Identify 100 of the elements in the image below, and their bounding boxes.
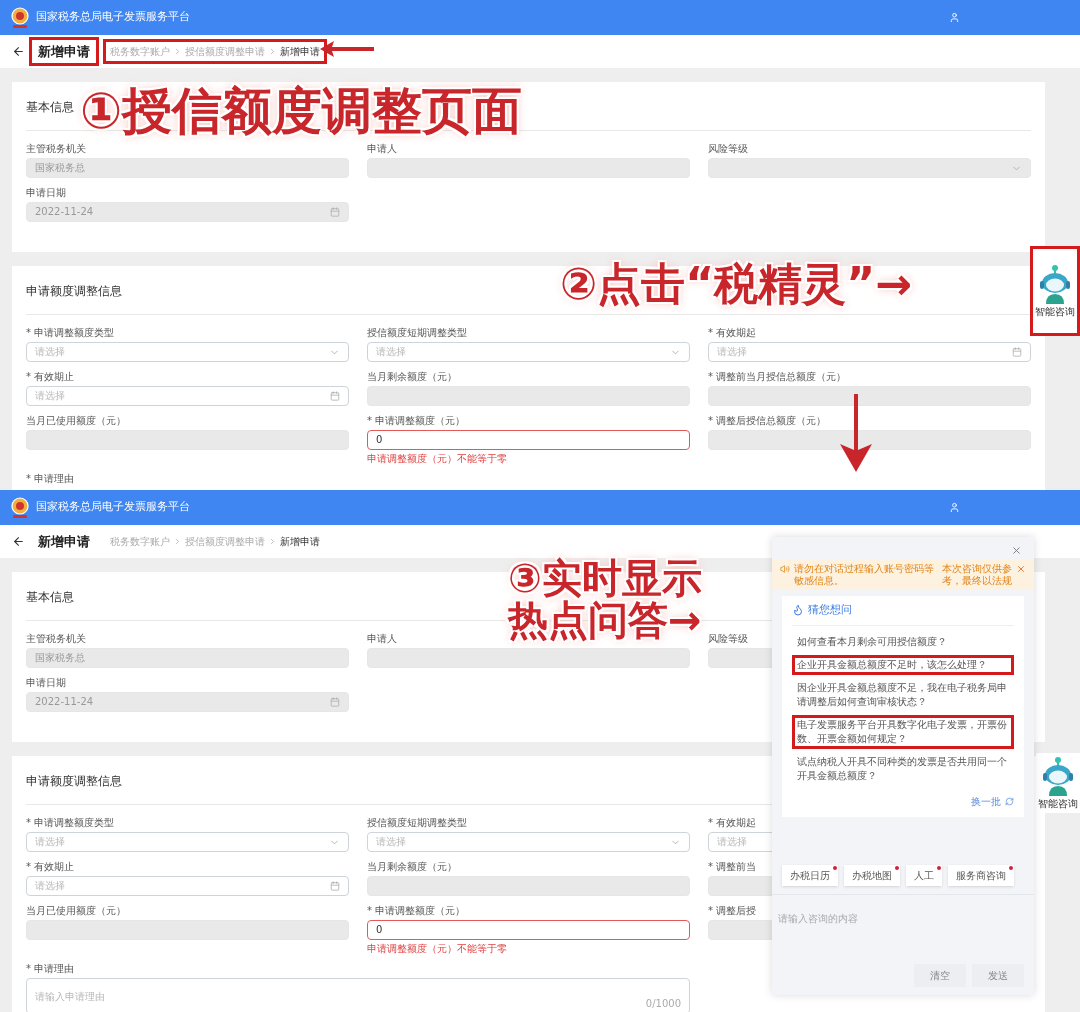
field-label: 主管税务机关	[26, 633, 86, 645]
field-label: * 申请理由	[26, 963, 75, 975]
field-label: 授信额度短期调整类型	[367, 327, 467, 339]
breadcrumb-link[interactable]: 新增申请	[280, 44, 320, 59]
emblem-icon	[10, 6, 30, 29]
annotation-text: ①授信额度调整页面	[80, 86, 523, 136]
suggested-question[interactable]: 企业开具金额总额度不足时，该怎么处理？	[792, 654, 1014, 675]
date-field[interactable]: 请选择	[26, 876, 349, 896]
annotation-text: ③实时显示	[508, 558, 702, 598]
field-placeholder: 请选择	[376, 346, 406, 358]
assistant-button[interactable]: 智能咨询	[1030, 246, 1080, 336]
section-title: 基本信息	[26, 100, 74, 114]
shortcut-chip[interactable]: 办税日历	[782, 865, 838, 886]
chevron-right-icon	[173, 47, 182, 56]
mascot-icon	[1038, 264, 1072, 304]
back-icon[interactable]	[12, 535, 25, 548]
field-value: 0	[376, 924, 383, 936]
arrow-left-icon	[318, 40, 376, 58]
page-title: 新增申请	[29, 36, 99, 67]
textarea-placeholder: 请输入申请理由	[35, 991, 105, 1002]
field-placeholder: 请选择	[35, 346, 65, 358]
emblem-icon	[10, 496, 30, 519]
send-button[interactable]: 发送	[972, 964, 1024, 987]
suggested-question[interactable]: 如何查看本月剩余可用授信额度？	[792, 631, 1014, 652]
field-label: * 有效期起	[708, 817, 757, 829]
suggestion-title: 猜您想问	[808, 602, 852, 618]
field-placeholder: 请选择	[376, 836, 406, 848]
calendar-icon	[330, 207, 340, 217]
input-field[interactable]: 0	[367, 920, 690, 940]
input-field[interactable]: 0	[367, 430, 690, 450]
user-icon[interactable]	[949, 12, 960, 23]
breadcrumb-link[interactable]: 授信额度调整申请	[185, 534, 265, 549]
shortcut-chip[interactable]: 办税地图	[844, 865, 900, 886]
clear-button[interactable]: 清空	[914, 964, 966, 987]
refresh-link[interactable]: 换一批	[971, 793, 1001, 809]
chevron-right-icon	[173, 537, 182, 546]
calendar-icon	[330, 697, 340, 707]
field-placeholder: 请选择	[35, 390, 65, 402]
breadcrumb-link[interactable]: 授信额度调整申请	[185, 44, 265, 59]
suggested-question[interactable]: 因企业开具金额总额度不足，我在电子税务局申请调整后如何查询审核状态？	[792, 677, 1014, 712]
annotation-text: 热点问答→	[508, 600, 702, 640]
speaker-icon	[780, 564, 790, 574]
field-value: 2022-11-24	[35, 696, 94, 708]
user-icon[interactable]	[949, 502, 960, 513]
breadcrumb-link[interactable]: 税务数字账户	[110, 534, 170, 549]
section-title: 基本信息	[26, 590, 74, 604]
reason-textarea[interactable]: 请输入申请理由 0/1000	[26, 978, 690, 1012]
assistant-label: 智能咨询	[1038, 797, 1078, 811]
field-placeholder: 请选择	[35, 880, 65, 892]
chevron-right-icon	[268, 47, 277, 56]
field-label: * 申请调整额度（元）	[367, 415, 466, 427]
field-label: 主管税务机关	[26, 143, 86, 155]
breadcrumb-link[interactable]: 税务数字账户	[110, 44, 170, 59]
close-icon[interactable]	[1016, 564, 1026, 574]
assistant-button[interactable]: 智能咨询	[1036, 753, 1080, 813]
section-title: 申请额度调整信息	[26, 284, 122, 298]
error-message: 申请调整额度（元）不能等于零	[367, 453, 508, 464]
annotation-text: ②点击“税精灵”→	[560, 262, 912, 306]
char-counter: 0/1000	[645, 997, 681, 1011]
calendar-icon	[1012, 347, 1022, 357]
field-label: 当月剩余额度（元）	[367, 371, 457, 383]
assistant-label: 智能咨询	[1035, 305, 1075, 319]
field-value: 2022-11-24	[35, 206, 94, 218]
disclaimer-text: 本次咨询仅供参考，最终以法规	[942, 563, 1012, 587]
suggested-question[interactable]: 试点纳税人开具不同种类的发票是否共用同一个开具金额总额度？	[792, 751, 1014, 786]
date-field[interactable]: 请选择	[26, 386, 349, 406]
field-placeholder: 请选择	[717, 836, 747, 848]
field-placeholder: 请选择	[35, 836, 65, 848]
field-label: 申请人	[367, 143, 397, 155]
field-label: * 申请调整额度类型	[26, 327, 115, 339]
date-field[interactable]: 请选择	[708, 342, 1031, 362]
breadcrumb-link[interactable]: 新增申请	[280, 534, 320, 549]
calendar-icon	[330, 881, 340, 891]
field-label: * 调整前当	[708, 861, 757, 873]
field-label: * 有效期起	[708, 327, 757, 339]
field-label: * 申请调整额度（元）	[367, 905, 466, 917]
refresh-icon[interactable]	[1005, 796, 1014, 806]
field-label: 当月已使用额度（元）	[26, 415, 126, 427]
suggested-question[interactable]: 电子发票服务平台开具数字化电子发票，开票份数、开票金额如何规定？	[792, 714, 1014, 749]
field-label: 当月剩余额度（元）	[367, 861, 457, 873]
calendar-icon	[330, 391, 340, 401]
section-title: 申请额度调整信息	[26, 774, 122, 788]
field-label: 申请日期	[26, 187, 66, 199]
close-icon[interactable]	[1011, 545, 1022, 556]
select-field[interactable]: 请选择	[26, 832, 349, 852]
field-label: 申请人	[367, 633, 397, 645]
shortcut-chip[interactable]: 服务商咨询	[948, 865, 1014, 886]
select-field[interactable]: 请选择	[26, 342, 349, 362]
select-field[interactable]: 请选择	[367, 832, 690, 852]
error-message: 申请调整额度（元）不能等于零	[367, 943, 508, 954]
field-value: 0	[376, 434, 383, 446]
field-label: 风险等级	[708, 143, 748, 155]
input-placeholder: 请输入咨询的内容	[778, 913, 858, 924]
field-label: 授信额度短期调整类型	[367, 817, 467, 829]
select-field[interactable]: 请选择	[367, 342, 690, 362]
field-label: * 有效期止	[26, 861, 75, 873]
field-label: * 调整后授信总额度（元）	[708, 415, 827, 427]
shortcut-chip[interactable]: 人工	[906, 865, 942, 886]
field-label: * 申请调整额度类型	[26, 817, 115, 829]
back-icon[interactable]	[12, 45, 25, 58]
